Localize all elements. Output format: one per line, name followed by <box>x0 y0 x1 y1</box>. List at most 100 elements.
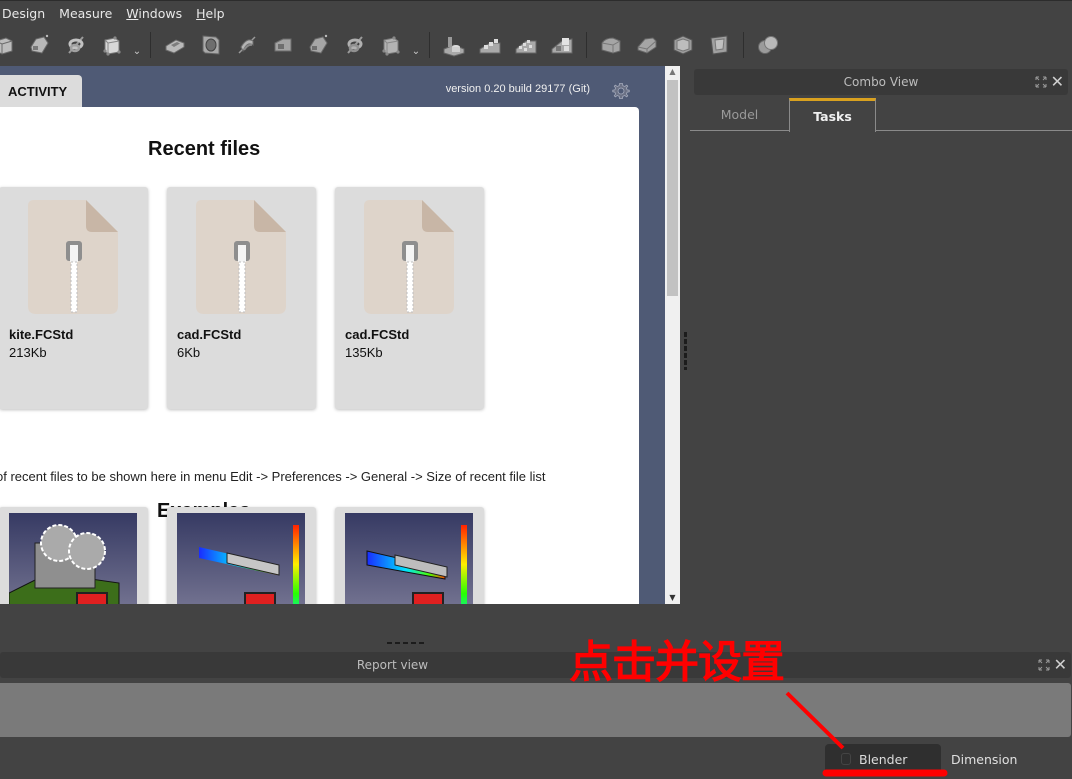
zip-file-icon <box>28 200 118 314</box>
workbench-tab-label: Dimension <box>951 751 1018 767</box>
draft-button[interactable] <box>701 29 737 61</box>
example-card[interactable] <box>0 507 148 604</box>
boolean-sphere-button[interactable] <box>750 29 786 61</box>
chamfer-button[interactable] <box>629 29 665 61</box>
recent-file-name: cad.FCStd <box>177 327 242 342</box>
boolean-button[interactable] <box>436 29 472 61</box>
combo-view-title: Combo View <box>843 75 919 89</box>
chamfer-icon <box>637 37 657 54</box>
close-icon[interactable]: ✕ <box>1054 657 1067 673</box>
recent-file-size: 6Kb <box>177 345 201 360</box>
loft-icon <box>30 34 49 54</box>
tab-model[interactable]: Model <box>690 98 789 131</box>
subtractive-loft-button[interactable] <box>265 29 301 61</box>
gear-icon[interactable] <box>612 82 630 100</box>
mirror-pattern-icon <box>551 38 573 54</box>
part-box-button[interactable] <box>0 29 22 61</box>
start-page: ACTIVITY version 0.20 build 29177 (Git) … <box>0 66 665 604</box>
menu-bar: Design Measure Windows Help <box>0 0 1072 26</box>
blender-workbench-icon <box>841 753 851 765</box>
workbench-tab-blender[interactable]: Blender <box>825 744 941 774</box>
multi-transform-button[interactable] <box>508 29 544 61</box>
horizontal-splitter-handle[interactable] <box>387 642 425 644</box>
draft-icon <box>710 35 728 55</box>
thickness-icon <box>673 35 693 55</box>
close-icon[interactable]: ✕ <box>1051 74 1064 90</box>
toolbar-separator <box>743 32 744 58</box>
part-box-icon <box>0 37 13 55</box>
datum-point-box-icon <box>103 36 121 56</box>
vertical-splitter-handle[interactable] <box>684 332 687 370</box>
recent-file-name: kite.FCStd <box>9 327 74 342</box>
toolbar-separator <box>150 32 151 58</box>
report-view-titlebar: Report view ✕ <box>0 652 1071 678</box>
subtractive-loft-icon <box>274 38 292 52</box>
hole-icon <box>202 35 220 55</box>
groove-button[interactable] <box>229 29 265 61</box>
recent-file-card[interactable]: kite.FCStd 213Kb <box>0 187 148 409</box>
scroll-down-arrow-icon[interactable]: ▼ <box>665 592 680 604</box>
menu-design[interactable]: Design <box>0 2 52 26</box>
multi-pattern-icon <box>515 40 537 54</box>
start-content: Recent files kite.FCStd 213Kb cad.FCStd … <box>0 107 639 604</box>
pocket-button[interactable] <box>157 29 193 61</box>
thickness-button[interactable] <box>665 29 701 61</box>
datum-box-button[interactable] <box>94 29 130 61</box>
sweep-icon <box>68 36 84 54</box>
subtractive-helix-button[interactable] <box>337 29 373 61</box>
mirror-button[interactable] <box>544 29 580 61</box>
example-thumbnail-fem-beam <box>177 513 305 604</box>
toolbar-overflow-button-2[interactable]: ⌄ <box>409 29 423 61</box>
recent-files-hint: of recent files to be shown here in menu… <box>0 469 546 484</box>
version-label: version 0.20 build 29177 (Git) <box>445 83 590 95</box>
report-view-output[interactable] <box>0 683 1071 737</box>
annotation-text: 点击并设置 <box>569 637 785 688</box>
fillet-button[interactable] <box>593 29 629 61</box>
recent-file-card[interactable]: cad.FCStd 135Kb <box>335 187 484 409</box>
start-page-scrollbar[interactable]: ▲ ▼ <box>665 66 680 604</box>
toolbar-overflow-button[interactable]: ⌄ <box>130 29 144 61</box>
toolbar-separator <box>429 32 430 58</box>
recent-file-card[interactable]: cad.FCStd 6Kb <box>167 187 316 409</box>
loft-button[interactable] <box>22 29 58 61</box>
linear-pattern-button[interactable] <box>472 29 508 61</box>
tab-tasks[interactable]: Tasks <box>789 98 876 132</box>
workbench-tab-dimension[interactable]: Dimension <box>951 744 1017 774</box>
freecad-window: Design Measure Windows Help ⌄ ⌄ ACTIVITY… <box>0 0 1072 779</box>
sphere-boolean-icon <box>758 36 778 54</box>
subtractive-pipe-button[interactable] <box>301 29 337 61</box>
scrollbar-thumb[interactable] <box>667 80 678 296</box>
boolean-icon <box>443 37 465 57</box>
float-panel-icon[interactable] <box>1035 76 1047 88</box>
pattern-icon <box>479 39 501 54</box>
sweep-button[interactable] <box>58 29 94 61</box>
menu-measure[interactable]: Measure <box>52 2 119 26</box>
combo-view-tabs: Model Tasks <box>690 98 1072 132</box>
recent-file-size: 135Kb <box>345 345 383 360</box>
combo-view-titlebar: Combo View ✕ <box>694 69 1068 95</box>
subtractive-pipe-icon <box>309 34 328 54</box>
subtractive-helix-icon <box>347 36 363 54</box>
menu-help[interactable]: Help <box>189 2 232 26</box>
workbench-tab-label: Blender <box>859 751 908 767</box>
toolbar: ⌄ ⌄ <box>0 26 1072 64</box>
zip-file-icon <box>364 200 454 314</box>
example-thumbnail-fem-mesh <box>345 513 473 604</box>
example-card[interactable] <box>335 507 484 604</box>
report-view-title: Report view <box>356 658 429 672</box>
tab-activity[interactable]: ACTIVITY <box>0 75 82 108</box>
recent-file-size: 213Kb <box>9 345 47 360</box>
float-panel-icon[interactable] <box>1038 659 1050 671</box>
pocket-icon <box>165 39 185 54</box>
menu-windows[interactable]: Windows <box>119 2 189 26</box>
fillet-icon <box>601 37 621 54</box>
zip-file-icon <box>196 200 286 314</box>
groove-icon <box>238 36 256 54</box>
subtractive-box-button[interactable] <box>373 29 409 61</box>
toolbar-separator <box>586 32 587 58</box>
example-card[interactable] <box>167 507 316 604</box>
hole-button[interactable] <box>193 29 229 61</box>
recent-files-heading: Recent files <box>148 138 261 160</box>
example-thumbnail-engine <box>9 513 137 604</box>
scroll-up-arrow-icon[interactable]: ▲ <box>665 66 680 78</box>
